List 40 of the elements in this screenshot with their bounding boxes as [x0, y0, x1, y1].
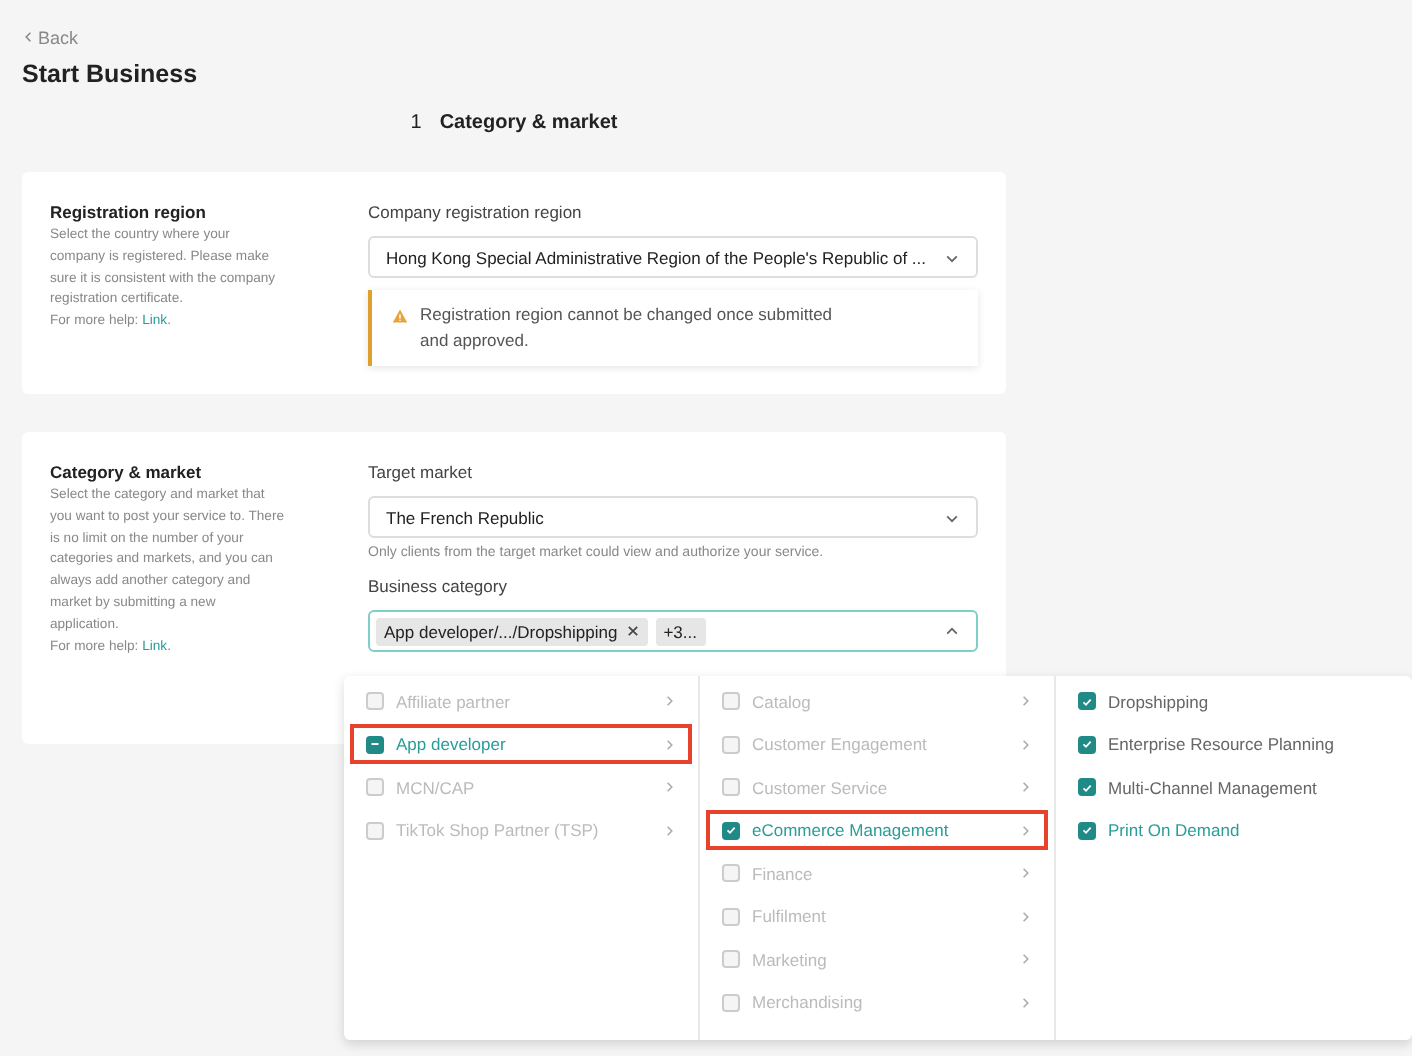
close-icon [625, 624, 640, 638]
tag-label: App developer/.../Dropshipping [384, 621, 618, 641]
warning-icon [392, 308, 408, 324]
menu-item-label: App developer [396, 734, 508, 755]
menu-item[interactable]: Dropshipping [1062, 682, 1406, 722]
menu-item-label: Dropshipping [1108, 691, 1211, 712]
menu-item-label: Finance [752, 863, 815, 884]
page-title: Start Business [22, 60, 200, 88]
menu-item-label: TikTok Shop Partner (TSP) [396, 820, 601, 841]
section-title: Category & market [50, 462, 204, 482]
step-label: Category & market [439, 112, 618, 134]
back-link[interactable]: Back [22, 27, 79, 47]
menu-item-label: Print On Demand [1108, 820, 1242, 841]
dropdown-field[interactable]: Hong Kong Special Administrative Region of the People's Republic of ... [368, 236, 978, 278]
step-number: 1 [410, 112, 422, 134]
menu-item-label: Affiliate partner [396, 691, 513, 712]
menu-item[interactable]: Enterprise Resource Planning [1062, 724, 1406, 765]
menu-item-label: eCommerce Management [752, 820, 951, 841]
menu-item-label: Fulfilment [752, 906, 828, 927]
menu-item[interactable]: eCommerce Management [706, 810, 1048, 851]
menu-item[interactable]: Multi-Channel Management [1062, 767, 1406, 808]
menu-item-label: MCN/CAP [396, 777, 477, 798]
menu-item[interactable]: Print On Demand [1062, 810, 1406, 851]
menu-item-label: Catalog [752, 691, 813, 712]
menu-item-label: Marketing [752, 949, 829, 970]
field-label: Business category [368, 576, 509, 596]
category-field[interactable]: App developer/.../Dropshipping +3... [368, 610, 978, 652]
menu-item-label: Enterprise Resource Planning [1108, 734, 1336, 755]
warning-text: Registration region cannot be changed once submitted and approved. [420, 302, 835, 354]
menu-item-label: Customer Engagement [752, 734, 929, 755]
section-title: Registration region [50, 202, 208, 222]
dropdown-field[interactable]: The French Republic [368, 496, 978, 538]
menu-item-label: Merchandising [752, 992, 865, 1013]
menu-item[interactable]: App developer [350, 724, 692, 765]
menu-item-label: Customer Service [752, 777, 890, 798]
field-label: Target market [368, 462, 474, 482]
field-label: Company registration region [368, 202, 584, 222]
chevron-left-icon [22, 30, 36, 44]
menu-item-label: Multi-Channel Management [1108, 777, 1319, 798]
more-tag: +3... [655, 617, 705, 645]
